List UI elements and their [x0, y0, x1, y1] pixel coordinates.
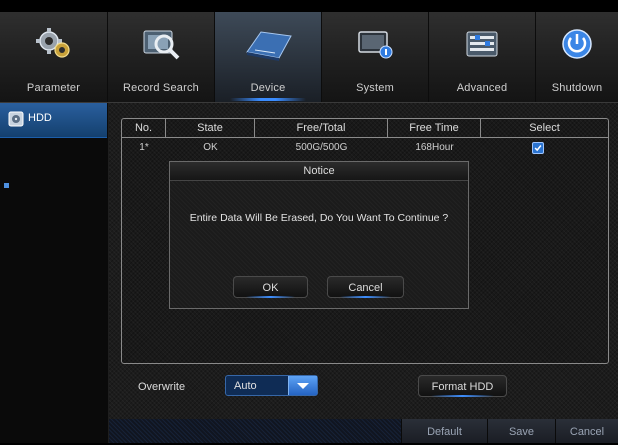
- format-hdd-button[interactable]: Format HDD: [418, 375, 507, 397]
- column-header-free-total: Free/Total: [255, 119, 388, 137]
- sidebar: HDD: [0, 103, 109, 443]
- tab-device[interactable]: Device: [215, 12, 322, 102]
- cell-free-time: 168Hour: [415, 142, 454, 153]
- tab-parameter[interactable]: Parameter: [0, 12, 108, 102]
- dialog-ok-button[interactable]: OK: [233, 276, 308, 298]
- sidebar-item-hdd[interactable]: HDD: [0, 103, 107, 138]
- hard-drive-icon: [246, 31, 292, 61]
- column-header-free-time: Free Time: [388, 119, 481, 137]
- sidebar-item-label: HDD: [28, 112, 52, 124]
- button-glow: [246, 296, 295, 298]
- top-nav: Parameter Record Search Device System Ad…: [0, 12, 618, 103]
- tab-label: Device: [250, 82, 286, 94]
- button-glow: [340, 296, 391, 298]
- tab-advanced[interactable]: Advanced: [429, 12, 536, 102]
- dialog-message: Entire Data Will Be Erased, Do You Want …: [189, 212, 449, 224]
- save-button[interactable]: Save: [487, 419, 555, 443]
- table-row[interactable]: 1* OK 500G/500G 168Hour: [122, 138, 608, 158]
- cancel-button[interactable]: Cancel: [555, 419, 618, 443]
- tab-label: System: [356, 82, 394, 94]
- top-strip: [0, 0, 618, 12]
- button-glow: [431, 395, 494, 397]
- table-header: No. State Free/Total Free Time Select: [122, 119, 608, 138]
- bottom-bar: Default Save Cancel: [109, 419, 618, 443]
- column-header-select: Select: [529, 122, 560, 134]
- magnifier-icon: [143, 30, 180, 60]
- dialog-cancel-button[interactable]: Cancel: [327, 276, 404, 298]
- cell-free-total: 500G/500G: [295, 142, 348, 153]
- tab-label: Shutdown: [551, 82, 603, 94]
- format-hdd-label: Format HDD: [431, 381, 494, 393]
- dialog-title: Notice: [170, 162, 468, 181]
- select-checkbox[interactable]: [532, 142, 544, 154]
- active-tab-indicator: [230, 98, 306, 101]
- sidebar-marker: [4, 183, 9, 188]
- tab-record-search[interactable]: Record Search: [108, 12, 215, 102]
- dialog-ok-label: OK: [262, 282, 279, 294]
- dvr-screen: Parameter Record Search Device System Ad…: [0, 0, 618, 443]
- cell-state: OK: [203, 142, 218, 153]
- tab-label: Advanced: [456, 82, 508, 94]
- cell-no: 1*: [139, 142, 149, 153]
- dropdown-button[interactable]: [288, 376, 317, 395]
- tab-system[interactable]: System: [322, 12, 429, 102]
- overwrite-value: Auto: [234, 380, 257, 392]
- dialog-cancel-label: Cancel: [348, 282, 383, 294]
- sliders-icon: [466, 31, 498, 57]
- checkmark-icon: [534, 145, 542, 152]
- column-header-state: State: [166, 119, 255, 137]
- column-header-no: No.: [122, 119, 166, 137]
- overwrite-select[interactable]: Auto: [225, 375, 318, 396]
- hdd-icon: [8, 111, 24, 127]
- monitor-info-icon: [358, 31, 393, 59]
- default-button[interactable]: Default: [401, 419, 487, 443]
- tab-label: Parameter: [26, 82, 81, 94]
- power-icon: [562, 29, 592, 59]
- tab-shutdown[interactable]: Shutdown: [536, 12, 618, 102]
- chevron-down-icon: [297, 383, 309, 389]
- gears-icon: [35, 28, 70, 58]
- overwrite-label: Overwrite: [138, 381, 186, 393]
- tab-label: Record Search: [123, 82, 199, 94]
- notice-dialog: Notice Entire Data Will Be Erased, Do Yo…: [169, 161, 469, 309]
